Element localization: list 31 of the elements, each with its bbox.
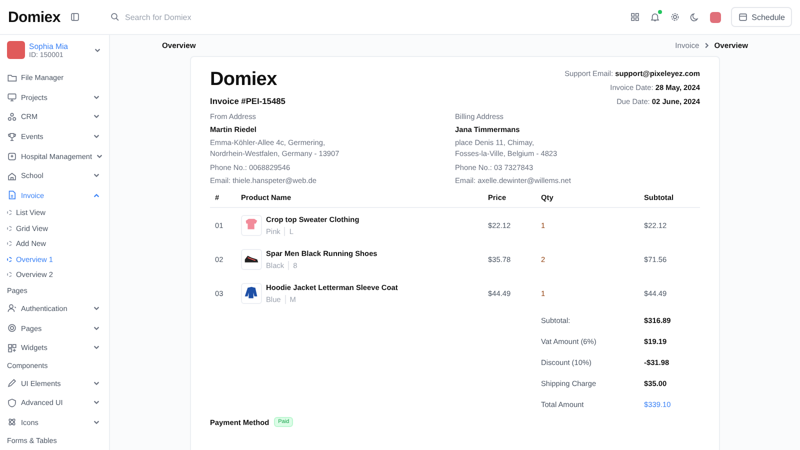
logo: Domiex: [8, 8, 60, 26]
trophy-icon: [7, 132, 17, 142]
invoice-number: Invoice #PEI-15485: [210, 96, 286, 106]
pen-icon: [7, 378, 17, 388]
doc-icon: [7, 190, 17, 200]
moon-icon[interactable]: [690, 12, 700, 22]
shield-icon: [7, 398, 17, 408]
shoe-image: [241, 248, 262, 270]
invoice-logo: Domiex: [210, 69, 278, 91]
calendar-icon: [738, 12, 748, 22]
search-icon: [110, 12, 120, 22]
sidebar-toggle-icon[interactable]: [70, 12, 80, 22]
settings-icon[interactable]: [670, 12, 680, 22]
notification-icon[interactable]: [650, 12, 660, 22]
chevron-icon[interactable]: [94, 46, 101, 54]
user-icon: [7, 303, 17, 314]
schedule-button[interactable]: Schedule: [730, 7, 792, 27]
shirt-image: [241, 214, 262, 236]
folder-icon: [7, 72, 17, 83]
avatar: [7, 41, 25, 59]
atom-icon: [7, 417, 17, 428]
grid-icon: [7, 342, 17, 353]
monitor-icon: [7, 92, 17, 102]
flag-icon[interactable]: [710, 12, 721, 22]
chevron-icon: [703, 42, 710, 49]
school-icon: [7, 170, 17, 181]
people-icon: [7, 112, 17, 122]
jacket-image: [241, 282, 262, 304]
gear-icon: [7, 323, 17, 334]
hospital-icon: [7, 151, 17, 162]
apps-icon[interactable]: [630, 12, 640, 22]
